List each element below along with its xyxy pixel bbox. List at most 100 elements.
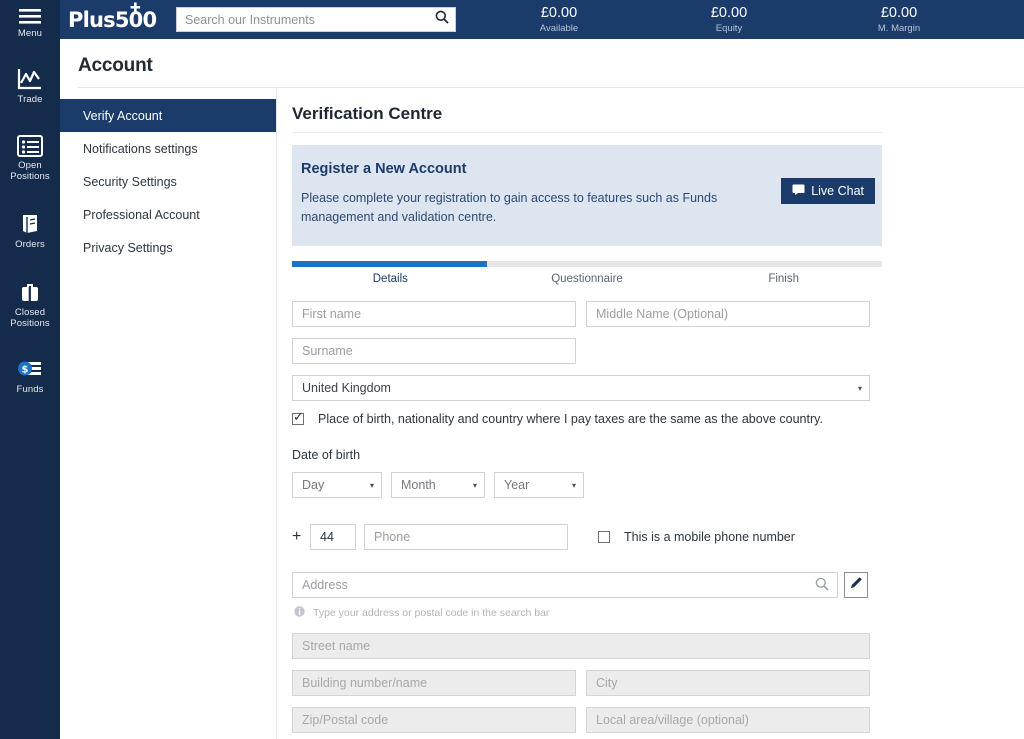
step-finish[interactable]: Finish [685, 273, 882, 285]
progress-fill [292, 261, 487, 267]
chevron-down-icon: ▾ [571, 480, 576, 490]
first-name-input[interactable]: First name [292, 301, 576, 327]
address-edit-button[interactable] [844, 572, 868, 598]
balance-margin-label: M. Margin [877, 22, 921, 34]
hamburger-icon [18, 8, 42, 25]
rail-item-trade[interactable]: Trade [0, 61, 60, 109]
address-details-grid: Street name Building number/name City Zi… [292, 633, 882, 733]
chart-icon [17, 67, 43, 91]
address-hint-text: Type your address or postal code in the … [313, 607, 550, 619]
local-area-input[interactable]: Local area/village (optional) [586, 707, 870, 733]
sidebar-item-security-settings[interactable]: Security Settings [60, 165, 276, 198]
step-questionnaire[interactable]: Questionnaire [489, 273, 686, 285]
balances-group: £0.00 Available £0.00 Equity £0.00 M. Ma… [474, 5, 1024, 35]
dob-month-value: Month [401, 478, 436, 492]
balance-available-amount: £0.00 [540, 4, 578, 21]
search-icon[interactable] [815, 577, 829, 594]
primary-nav-rail: Menu Trade Open Positions Orders Closed … [0, 0, 60, 739]
rail-item-funds[interactable]: $ Funds [0, 353, 60, 399]
content-title-divider [292, 132, 882, 133]
surname-input[interactable]: Surname [292, 338, 576, 364]
plus500-logo[interactable]: Plus500 ✚ [68, 2, 168, 32]
mobile-phone-checkbox[interactable] [598, 531, 610, 543]
sidebar-item-professional-account[interactable]: Professional Account [60, 198, 276, 231]
same-country-checkbox-row[interactable]: Place of birth, nationality and country … [292, 409, 882, 426]
phone-row: + 44 Phone This is a mobile phone number [292, 524, 882, 550]
balance-available: £0.00 Available [474, 5, 644, 35]
verification-content: Verification Centre Register a New Accou… [277, 88, 1024, 739]
rail-label-orders: Orders [15, 239, 45, 250]
search-input[interactable]: Search our Instruments [185, 13, 435, 27]
zip-local-row: Zip/Postal code Local area/village (opti… [292, 707, 882, 733]
dob-month-select[interactable]: Month ▾ [391, 472, 485, 498]
country-select-value: United Kingdom [302, 381, 391, 395]
list-icon [17, 135, 43, 157]
live-chat-button[interactable]: Live Chat [781, 178, 875, 204]
middle-name-input[interactable]: Middle Name (Optional) [586, 301, 870, 327]
rail-label-trade: Trade [17, 94, 43, 105]
pencil-icon [849, 576, 863, 595]
plus500-account-page: Menu Trade Open Positions Orders Closed … [0, 0, 1024, 739]
building-city-row: Building number/name City [292, 670, 882, 696]
briefcase-icon [18, 280, 42, 304]
rail-label-open-positions: Open Positions [10, 160, 50, 182]
country-row: United Kingdom ▾ [292, 375, 882, 401]
rail-label-menu: Menu [17, 28, 43, 39]
sidenav-label-privacy: Privacy Settings [83, 240, 173, 255]
sidebar-item-notifications-settings[interactable]: Notifications settings [60, 132, 276, 165]
step-details[interactable]: Details [292, 273, 489, 285]
chevron-down-icon: ▾ [857, 383, 862, 393]
address-search-input[interactable]: Address [292, 572, 838, 598]
rail-item-menu[interactable]: Menu [0, 0, 60, 43]
street-row: Street name [292, 633, 882, 659]
top-bar: Plus500 ✚ Search our Instruments £0.00 A… [60, 0, 1024, 39]
balance-equity: £0.00 Equity [644, 5, 814, 35]
progress-track [292, 261, 882, 267]
svg-text:$: $ [22, 365, 29, 376]
search-box[interactable]: Search our Instruments [176, 7, 456, 32]
rail-item-closed-positions[interactable]: Closed Positions [0, 274, 60, 333]
page-title: Account [78, 55, 153, 76]
live-chat-label: Live Chat [811, 184, 864, 198]
surname-row: Surname [292, 338, 882, 364]
phone-plus-prefix: + [292, 528, 302, 545]
chevron-down-icon: ▾ [472, 480, 477, 490]
balance-equity-label: Equity [715, 22, 743, 34]
dob-year-value: Year [504, 478, 530, 492]
money-icon: $ [17, 359, 43, 381]
address-input-placeholder: Address [302, 578, 348, 592]
rail-label-funds: Funds [16, 384, 44, 395]
logo-text: Plus500 [68, 7, 157, 32]
step-labels: Details Questionnaire Finish [292, 273, 882, 285]
rail-label-closed-positions: Closed Positions [10, 307, 50, 329]
phone-input[interactable]: Phone [364, 524, 568, 550]
rail-item-open-positions[interactable]: Open Positions [0, 129, 60, 186]
register-banner: Register a New Account Please complete y… [292, 145, 882, 246]
balance-margin-amount: £0.00 [880, 4, 918, 21]
balance-equity-amount: £0.00 [710, 4, 748, 21]
logo-plus-icon: ✚ [130, 0, 141, 16]
dob-day-select[interactable]: Day ▾ [292, 472, 382, 498]
chevron-down-icon: ▾ [369, 480, 374, 490]
sidebar-item-privacy-settings[interactable]: Privacy Settings [60, 231, 276, 264]
dob-day-value: Day [302, 478, 325, 492]
sidenav-label-professional: Professional Account [83, 207, 200, 222]
country-select[interactable]: United Kingdom ▾ [292, 375, 870, 401]
same-country-label: Place of birth, nationality and country … [318, 412, 823, 426]
city-input[interactable]: City [586, 670, 870, 696]
country-code-input[interactable]: 44 [310, 524, 356, 550]
page-columns: Verify Account Notifications settings Se… [60, 88, 1024, 739]
sidebar-item-verify-account[interactable]: Verify Account [60, 99, 276, 132]
street-name-input[interactable]: Street name [292, 633, 870, 659]
same-country-checkbox[interactable] [292, 409, 304, 425]
account-page: Account Verify Account Notifications set… [60, 39, 1024, 739]
banner-heading: Register a New Account [301, 161, 467, 177]
balance-maintenance-margin: £0.00 M. Margin [814, 5, 984, 35]
book-icon [18, 212, 42, 236]
mobile-phone-checkbox-row[interactable]: This is a mobile phone number [598, 530, 795, 544]
dob-year-select[interactable]: Year ▾ [494, 472, 584, 498]
search-icon[interactable] [435, 10, 449, 29]
zip-postal-code-input[interactable]: Zip/Postal code [292, 707, 576, 733]
building-number-input[interactable]: Building number/name [292, 670, 576, 696]
rail-item-orders[interactable]: Orders [0, 206, 60, 254]
